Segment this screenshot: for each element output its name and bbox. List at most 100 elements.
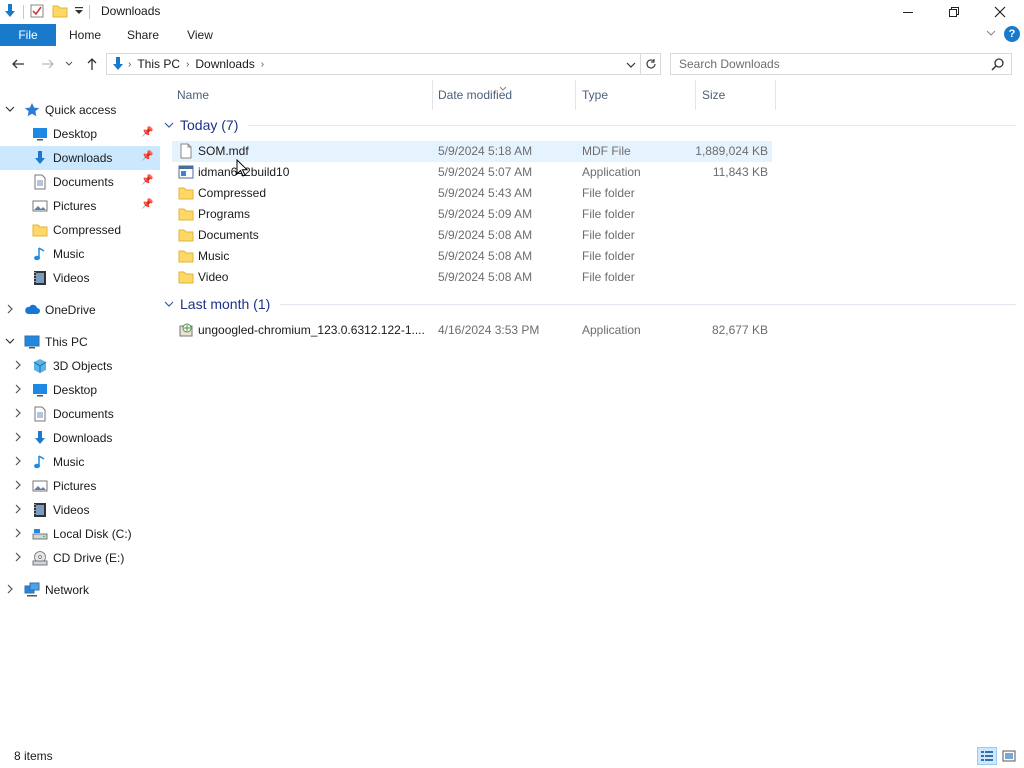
search-input[interactable] (671, 54, 971, 74)
expand-chevron-icon[interactable] (12, 456, 24, 469)
new-folder-icon[interactable] (52, 3, 68, 22)
sidebar-item-music[interactable]: Music (0, 450, 160, 474)
sidebar-item-desktop[interactable]: Desktop 📌 (0, 122, 160, 146)
column-header-name[interactable]: Name (171, 80, 433, 110)
recent-locations-button[interactable] (62, 54, 76, 74)
expand-chevron-icon[interactable] (12, 552, 24, 565)
breadcrumb-this-pc[interactable]: This PC (133, 57, 184, 71)
sidebar-item-documents[interactable]: Documents (0, 402, 160, 426)
file-type: File folder (582, 207, 635, 221)
minimize-button[interactable] (885, 0, 931, 24)
file-date-modified: 5/9/2024 5:18 AM (438, 144, 533, 158)
file-type: Application (582, 165, 641, 179)
sidebar-item-downloads[interactable]: Downloads (0, 426, 160, 450)
file-type: Application (582, 323, 641, 337)
file-type: MDF File (582, 144, 631, 158)
refresh-icon (645, 59, 656, 69)
tab-view[interactable]: View (178, 24, 222, 46)
sidebar-item-3d-objects[interactable]: 3D Objects (0, 354, 160, 378)
sidebar-item-this-pc[interactable]: This PC (0, 330, 160, 354)
maximize-button[interactable] (931, 0, 977, 24)
search-box[interactable] (670, 53, 1012, 75)
folder-icon (178, 185, 194, 201)
properties-icon[interactable] (29, 3, 45, 22)
large-icons-view-icon (1002, 750, 1016, 762)
close-icon (994, 6, 1006, 18)
tab-share[interactable]: Share (120, 24, 166, 46)
file-row[interactable]: ungoogled-chromium_123.0.6312.122-1.... … (172, 320, 772, 341)
group-divider (280, 303, 1016, 305)
close-button[interactable] (977, 0, 1023, 24)
column-header-type[interactable]: Type (576, 80, 696, 110)
collapse-chevron-icon[interactable] (4, 336, 16, 349)
file-name: Documents (198, 228, 259, 242)
expand-chevron-icon[interactable] (12, 504, 24, 517)
sidebar-item-videos[interactable]: Videos (0, 498, 160, 522)
breadcrumb-separator[interactable]: › (259, 59, 266, 70)
address-dropdown-icon[interactable] (626, 59, 636, 73)
help-button[interactable]: ? (1004, 26, 1020, 42)
folder-icon (178, 248, 194, 264)
sidebar-item-documents[interactable]: Documents 📌 (0, 170, 160, 194)
sidebar-item-quick-access[interactable]: Quick access (0, 98, 160, 122)
sidebar-item-desktop[interactable]: Desktop (0, 378, 160, 402)
group-header-today[interactable]: Today (7) (164, 114, 1016, 136)
sidebar-item-label: 3D Objects (53, 359, 113, 373)
sidebar-item-compressed[interactable]: Compressed (0, 218, 160, 242)
sidebar-item-music[interactable]: Music (0, 242, 160, 266)
sidebar-item-local-disk-c[interactable]: Local Disk (C:) (0, 522, 160, 546)
search-icon[interactable] (991, 57, 1005, 74)
videos-icon (32, 502, 48, 518)
address-bar[interactable]: › This PC › Downloads › (106, 53, 641, 75)
downloads-icon[interactable] (2, 3, 18, 22)
sidebar-item-network[interactable]: Network (0, 578, 160, 602)
forward-button[interactable] (38, 54, 58, 74)
file-row[interactable]: idman642build10 5/9/2024 5:07 AM Applica… (172, 162, 772, 183)
breadcrumb-downloads[interactable]: Downloads (191, 57, 258, 71)
expand-chevron-icon[interactable] (12, 432, 24, 445)
large-icons-view-button[interactable] (999, 747, 1019, 765)
customize-toolbar-icon[interactable] (74, 5, 84, 19)
file-row[interactable]: Compressed 5/9/2024 5:43 AM File folder (172, 183, 772, 204)
sidebar-item-label: Pictures (53, 199, 97, 213)
sidebar-item-cd-drive-e[interactable]: CD Drive (E:) (0, 546, 160, 570)
breadcrumb-separator[interactable]: › (126, 59, 133, 70)
back-button[interactable] (8, 54, 28, 74)
refresh-button[interactable] (641, 53, 661, 75)
group-header-last-month[interactable]: Last month (1) (164, 293, 1016, 315)
title-bar: Downloads (0, 0, 1024, 24)
expand-chevron-icon[interactable] (12, 384, 24, 397)
sidebar-item-label: Documents (53, 407, 114, 421)
folder-icon (178, 227, 194, 243)
column-header-size[interactable]: Size (696, 80, 776, 110)
pin-icon: 📌 (141, 127, 154, 138)
sidebar-item-downloads[interactable]: Downloads 📌 (0, 146, 160, 170)
expand-chevron-icon[interactable] (4, 584, 16, 597)
expand-chevron-icon[interactable] (4, 304, 16, 317)
collapse-chevron-icon[interactable] (4, 104, 16, 117)
sidebar-item-pictures[interactable]: Pictures 📌 (0, 194, 160, 218)
sidebar-item-label: Music (53, 455, 85, 469)
tab-home[interactable]: Home (62, 24, 108, 46)
expand-ribbon-icon[interactable] (986, 27, 996, 41)
collapse-chevron-icon[interactable] (164, 299, 174, 309)
collapse-chevron-icon[interactable] (164, 120, 174, 130)
sidebar-item-pictures[interactable]: Pictures (0, 474, 160, 498)
sidebar-item-videos[interactable]: Videos (0, 266, 160, 290)
up-button[interactable] (82, 54, 102, 74)
sidebar-item-label: Documents (53, 175, 114, 189)
expand-chevron-icon[interactable] (12, 408, 24, 421)
sidebar-item-onedrive[interactable]: OneDrive (0, 298, 160, 322)
file-row[interactable]: Programs 5/9/2024 5:09 AM File folder (172, 204, 772, 225)
expand-chevron-icon[interactable] (12, 360, 24, 373)
file-row[interactable]: Video 5/9/2024 5:08 AM File folder (172, 267, 772, 288)
file-row[interactable]: Documents 5/9/2024 5:08 AM File folder (172, 225, 772, 246)
file-row[interactable]: SOM.mdf 5/9/2024 5:18 AM MDF File 1,889,… (172, 141, 772, 162)
file-row[interactable]: Music 5/9/2024 5:08 AM File folder (172, 246, 772, 267)
details-view-button[interactable] (977, 747, 997, 765)
tab-file[interactable]: File (0, 24, 56, 46)
breadcrumb-separator[interactable]: › (184, 59, 191, 70)
expand-chevron-icon[interactable] (12, 528, 24, 541)
expand-chevron-icon[interactable] (12, 480, 24, 493)
sidebar-item-label: Desktop (53, 127, 98, 141)
